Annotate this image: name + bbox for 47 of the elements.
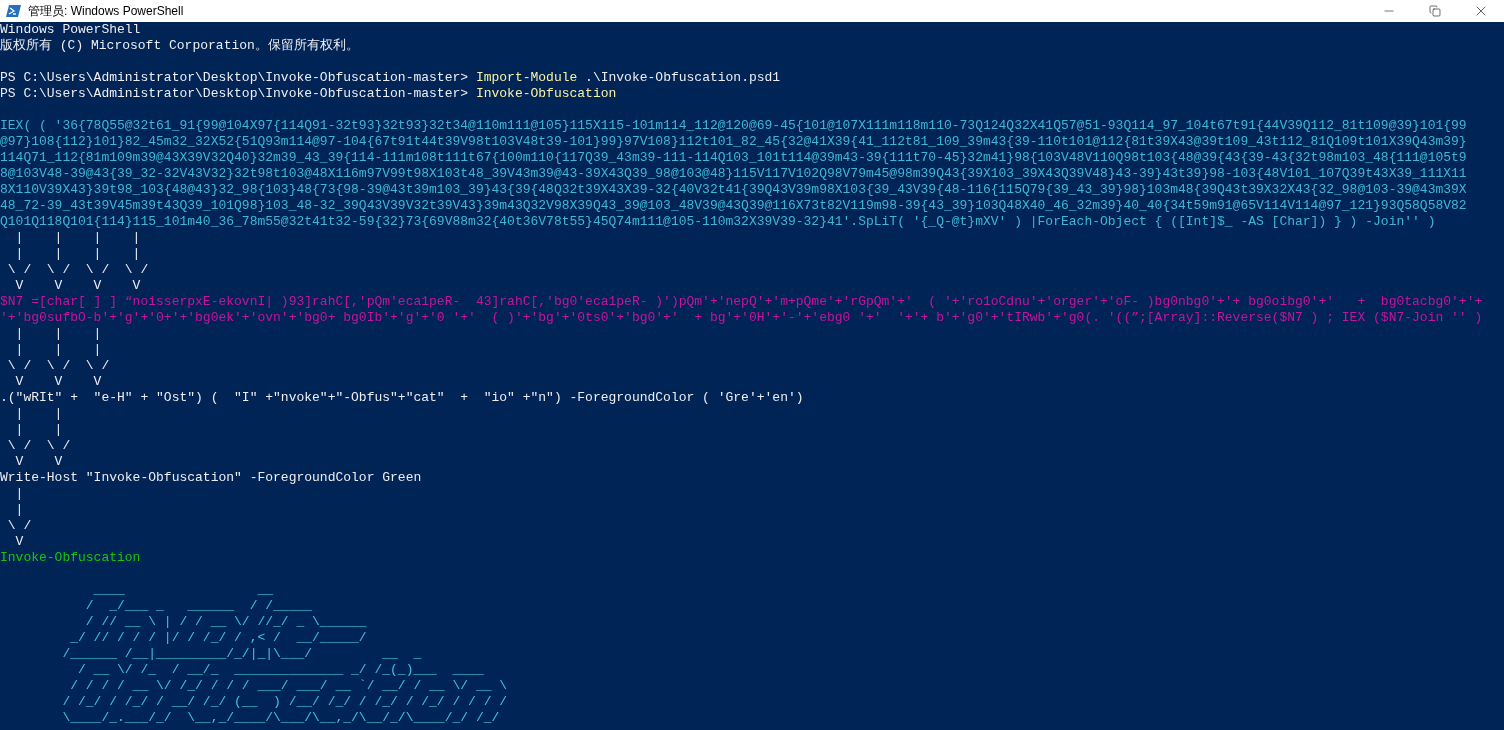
ascii-art-line: / // __ \ | / / __ \/ //_/ _ \______	[84, 614, 367, 630]
ascii-arrow: | |	[14, 422, 63, 438]
ascii-arrow: | | |	[14, 326, 102, 342]
console-line: 版权所有 (C) Microsoft Corporation。保留所有权利。	[0, 38, 359, 54]
ascii-art-line: ____ __	[92, 582, 274, 598]
ascii-arrow: V	[14, 534, 24, 550]
ascii-arrow: V V	[14, 454, 63, 470]
prompt-text: PS C:\Users\Administrator\Desktop\Invoke-Obfuscation-master>	[0, 86, 470, 102]
window-title: 管理员: Windows PowerShell	[28, 2, 185, 20]
prompt-text: PS C:\Users\Administrator\Desktop\Invoke-Obfuscation-master>	[0, 70, 470, 86]
console-line: Windows PowerShell	[0, 22, 141, 38]
ascii-art-line: / __ \/ /_ / __/_ ______________ _/ /_(_)___ ____	[77, 662, 484, 678]
console-line: IEX( ( '36{78Q55@32t61_91{99@104X97{114Q91-32t93}32t93}32t34@110m111@105}115X115-101m114_112@120@69-45{101@107X111m118m110-73Q124Q32X41Q57@51-93Q114_97_104t67t91{44V39Q112_81t109@39}101{99	[0, 118, 1467, 134]
ascii-art-line: / _/___ _ ______ / /_____	[84, 598, 313, 614]
console-line: Write-Host "Invoke-Obfuscation" -ForegroundColor Green	[0, 470, 422, 486]
ascii-arrow: | | |	[14, 342, 102, 358]
ascii-arrow: \ / \ / \ /	[6, 358, 110, 374]
ascii-art-line: _/ // / / / |/ / /_/ / ,< / __/_____/	[69, 630, 367, 646]
ascii-arrow: |	[14, 486, 24, 502]
console-line: '+'bg0sufbO-b'+'g'+'0+'+'bg0ek'+'ovn'+'bg0+ bg0Ib'+'g'+'0 '+' ( )'+'bg'+'0ts0'+'bg0'+' + bg'+'0H'+'-'+'ebg0 '+' '+'+ b'+'g0'+'tIRwb'+'g0(. '((”;[Array]::Reverse($N7 ) ; IEX ($N7-Join '' )	[0, 310, 1483, 326]
ascii-arrow: | | | |	[14, 246, 141, 262]
ascii-art-line: \____/_.___/_/ \__,_/____/\___/\__,_/\__/_/\____/_/ /_/	[61, 710, 500, 726]
ascii-arrow: \ / \ / \ / \ /	[6, 262, 149, 278]
argument-text: .\Invoke-Obfuscation.psd1	[584, 70, 781, 86]
command-text: Invoke-Obfuscation	[475, 86, 617, 102]
console-line: Q101Q118Q101{114}115_101m40_36_78m55@32t41t32-59{32}73{69V88m32{40t36V78t55}45Q74m111@105-110m32X39V39-32}41'.SpLiT( '{_Q-@t}mXV' ) |ForEach-Object { ([Int]$_ -AS [Char]) } ) -Join'' )	[0, 214, 1436, 230]
console-line: $N7 =[char[ ] ] “noisserpxE-ekovnI| )93]rahC[,'pQm'eca1peR- 43]rahC[,'bg0'eca1peR- )')pQm'+'nepQ'+'m+pQme'+'rGpQm'+' ( '+'ro1oCdnu'+'orger'+'oF- )bg0nbg0'+'+ bg0oibg0'+' + bg0tacbg0'+'+	[0, 294, 1483, 310]
console-line: Invoke-Obfuscation	[0, 550, 141, 566]
console-line: 8X110V39X43}39t98_103{48@43}32_98{103}48{73{98-39@43t39m103_39}43{39{48Q32t39X43X39-32{40V32t41{39Q43V39m98X103{39_43V39{48-116{115Q79{39_43_39}98}103m48{39Q43t39X32X43{32_98@103-39@43m39X	[0, 182, 1467, 198]
ascii-art-line: / / / / __ \/ /_/ / / / ___/ ___/ __ `/ __/ / __ \/ __ \	[69, 678, 508, 694]
console-line: 114Q71_112{81m109m39@43X39V32Q40}32m39_43_39{114-111m108t111t67{100m110{117Q39_43m39-111-114Q103_101t114@39m43-39{111t70-45}32m41}98{103V48V110Q98t103{48@39{43{39-43{32t98m103_48{111@105t9	[0, 150, 1467, 166]
console-line: 48_72-39_43t39V45m39t43Q39_101Q98}103_48-32_39Q43V39V32t39V43}39m43Q32V98X39Q43_39@103_48V39@43Q39@116X73t82V119m98-39{43_39}103Q48X40_46_32m39}40_40{34t59m91@65V114V114@97_121}93Q58Q58V82	[0, 198, 1467, 214]
ascii-arrow: V V V	[14, 374, 102, 390]
ascii-arrow: | | | |	[14, 230, 141, 246]
ascii-arrow: |	[14, 502, 24, 518]
console-line: .("wRIt" + "e-H" + "Ost") ( "I" +"nvoke"+"-Obfus"+"cat" + "io" +"n") -ForegroundColor ( 'Gre'+'en')	[0, 390, 804, 406]
ascii-art-line: /______ /__|_________/_/|_|\___/ __ _	[61, 646, 422, 662]
ascii-arrow: V V V V	[14, 278, 141, 294]
console-line: 8@103V48-39@43{39_32-32V43V32}32t98t103@48X116m97V99t98X103t48_39V43m39@43-39X43Q39_98@103@48}115V117V102Q98V79m45@98m39Q43{39X103_39X43Q39V48}43-39}43t39}98-103{48V101_107Q39t43X39_111X11	[0, 166, 1467, 182]
powershell-icon	[6, 3, 22, 19]
ascii-art-line: / /_/ / /_/ / __/ /_/ (__ ) /__/ /_/ / /_/ / /_/ / / / /	[61, 694, 508, 710]
command-text: Import-Module	[475, 70, 578, 86]
console-line: @97}108{112}101}82_45m32_32X52{51Q93m114@97-104{67t91t44t39V98t103V48t39-101}99}97V108}112t101_82_45{32@41X39{41_112t81_109_39m43{39-110t101@112{81t39X43@39t109_43t112_81Q109t101X39Q43m39}	[0, 134, 1467, 150]
ascii-arrow: \ / \ /	[6, 438, 71, 454]
ascii-arrow: | |	[14, 406, 63, 422]
ascii-arrow: \ /	[6, 518, 32, 534]
restore-icon	[1429, 5, 1441, 17]
